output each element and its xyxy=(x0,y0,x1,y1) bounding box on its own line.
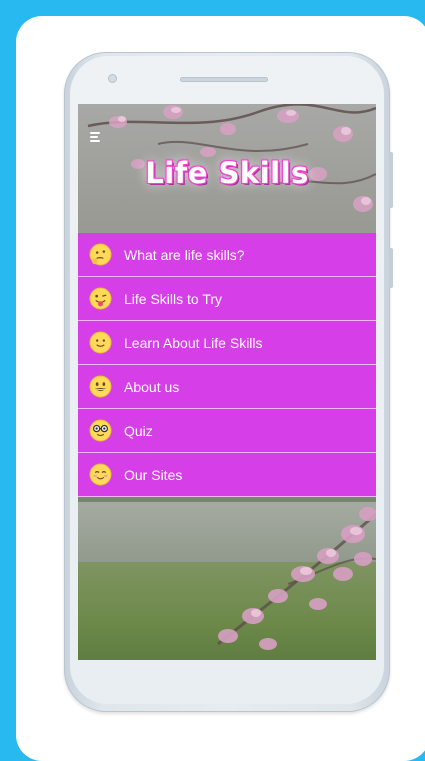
smiling-face-icon xyxy=(89,331,112,354)
menu-item-label: Learn About Life Skills xyxy=(124,334,263,351)
phone-screen: Life Skills What are life skills? Life S… xyxy=(78,104,376,660)
blushing-face-icon xyxy=(89,463,112,486)
power-button xyxy=(389,248,393,288)
menu-item-label: Life Skills to Try xyxy=(124,290,223,307)
hamburger-menu-icon[interactable] xyxy=(90,132,104,144)
menu-item-about-us[interactable]: About us xyxy=(78,365,376,409)
app-logo-title: Life Skills xyxy=(145,156,309,190)
menu-item-label: What are life skills? xyxy=(124,246,245,263)
winking-tongue-face-icon xyxy=(89,287,112,310)
menu-item-quiz[interactable]: Quiz xyxy=(78,409,376,453)
nerd-face-icon xyxy=(89,419,112,442)
menu-item-what-are-life-skills[interactable]: What are life skills? xyxy=(78,233,376,277)
menu-item-label: Quiz xyxy=(124,422,153,439)
grinning-face-icon xyxy=(89,375,112,398)
thinking-face-icon xyxy=(89,243,112,266)
front-camera-icon xyxy=(108,74,117,83)
main-menu: What are life skills? Life Skills to Try… xyxy=(78,233,376,497)
menu-item-our-sites[interactable]: Our Sites xyxy=(78,453,376,497)
menu-item-label: About us xyxy=(124,378,180,395)
menu-item-life-skills-to-try[interactable]: Life Skills to Try xyxy=(78,277,376,321)
menu-item-learn-about-life-skills[interactable]: Learn About Life Skills xyxy=(78,321,376,365)
app-header: Life Skills xyxy=(78,104,376,232)
menu-item-label: Our Sites xyxy=(124,466,183,483)
volume-button xyxy=(389,152,393,208)
speaker-grille xyxy=(180,77,268,82)
